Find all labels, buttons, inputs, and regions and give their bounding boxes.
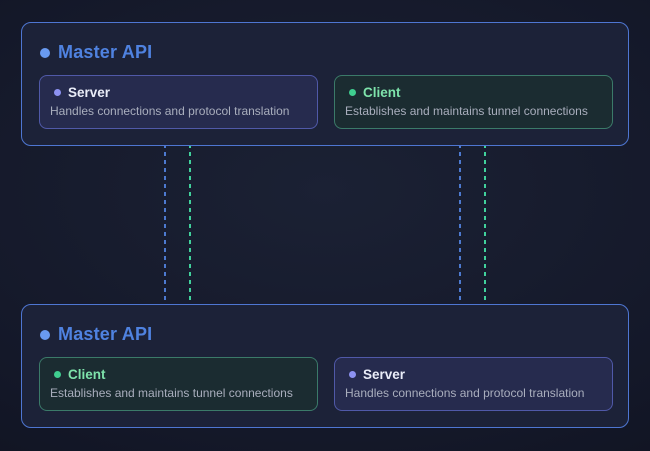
card-header: Client [345,83,600,101]
client-card-top: Client Establishes and maintains tunnel … [334,75,613,129]
client-dot-icon [349,89,356,96]
panel-heading: Master API [40,42,152,63]
panel-title: Master API [58,324,152,345]
card-description: Establishes and maintains tunnel connect… [50,386,305,400]
client-card-bottom: Client Establishes and maintains tunnel … [39,357,318,411]
server-dot-icon [349,371,356,378]
panel-heading: Master API [40,324,152,345]
card-header: Server [50,83,305,101]
server-card-bottom: Server Handles connections and protocol … [334,357,613,411]
diagram-canvas: Master API Server Handles connections an… [0,0,650,451]
card-description: Handles connections and protocol transla… [345,386,600,400]
card-description: Handles connections and protocol transla… [50,104,305,118]
server-dot-icon [54,89,61,96]
card-title: Server [68,85,110,100]
bullet-dot-icon [40,48,50,58]
card-header: Server [345,365,600,383]
card-description: Establishes and maintains tunnel connect… [345,104,600,118]
card-header: Client [50,365,305,383]
master-api-panel-top: Master API Server Handles connections an… [21,22,629,146]
panel-title: Master API [58,42,152,63]
card-title: Client [68,367,106,382]
server-card-top: Server Handles connections and protocol … [39,75,318,129]
card-title: Server [363,367,405,382]
bullet-dot-icon [40,330,50,340]
card-title: Client [363,85,401,100]
master-api-panel-bottom: Master API Client Establishes and mainta… [21,304,629,428]
client-dot-icon [54,371,61,378]
